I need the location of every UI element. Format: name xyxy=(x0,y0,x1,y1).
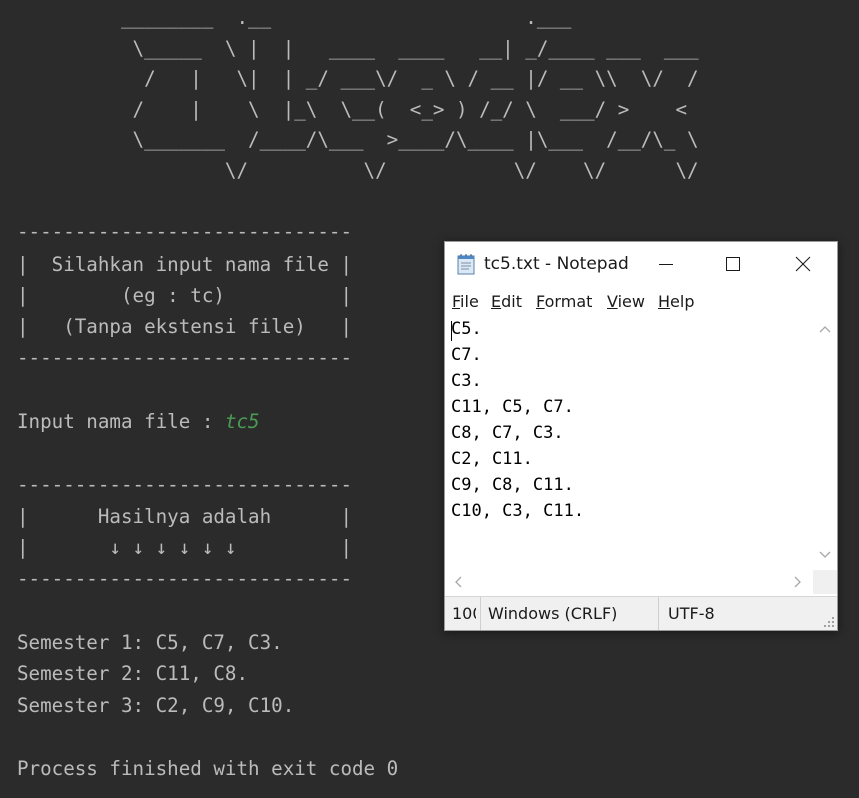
scroll-right-icon[interactable] xyxy=(793,576,803,588)
close-icon xyxy=(795,256,811,272)
status-line-ending: Windows (CRLF) xyxy=(488,604,618,623)
menu-format[interactable]: Format xyxy=(536,292,592,311)
status-separator xyxy=(480,597,481,630)
exit-message: Process finished with exit code 0 xyxy=(17,757,399,780)
maximize-icon xyxy=(726,257,740,271)
semester-line: Semester 1: C5, C7, C3. xyxy=(17,631,283,654)
status-separator xyxy=(658,597,659,630)
vertical-scrollbar[interactable] xyxy=(813,316,837,570)
horizontal-scrollbar[interactable] xyxy=(445,570,813,594)
scroll-down-icon[interactable] xyxy=(819,550,831,560)
result-box-bottom: ----------------------------- xyxy=(17,567,353,590)
text-caret xyxy=(451,321,452,341)
result-box-top: ----------------------------- xyxy=(17,473,353,496)
menu-file[interactable]: File xyxy=(452,292,479,311)
prompt-box-top: ----------------------------- xyxy=(17,220,353,243)
prompt-box-line: | (eg : tc) | xyxy=(17,284,353,307)
prompt-box-bottom: ----------------------------- xyxy=(17,346,353,369)
scroll-left-icon[interactable] xyxy=(453,576,463,588)
prompt-box-line: | (Tanpa ekstensi file) | xyxy=(17,315,353,338)
minimize-icon xyxy=(659,264,673,265)
result-box-line: | Hasilnya adalah | xyxy=(17,505,353,528)
notepad-text-area[interactable]: C5. C7. C3. C11, C5, C7. C8, C7, C3. C2,… xyxy=(445,316,813,570)
ascii-art-banner: ________ .__ .___ \_____ \ | | ____ ____… xyxy=(120,6,699,182)
scroll-up-icon[interactable] xyxy=(819,324,831,334)
notepad-app-icon xyxy=(457,254,475,275)
notepad-window[interactable]: tc5.txt - Notepad File Edit Format View … xyxy=(444,241,838,631)
notepad-title: tc5.txt - Notepad xyxy=(484,254,629,274)
status-zoom: 100% xyxy=(452,604,476,623)
input-label: Input nama file : xyxy=(17,410,225,433)
semester-line: Semester 3: C2, C9, C10. xyxy=(17,694,295,717)
notepad-content[interactable]: C5. C7. C3. C11, C5, C7. C8, C7, C3. C2,… xyxy=(451,316,584,524)
menu-view[interactable]: View xyxy=(607,292,645,311)
notepad-titlebar[interactable]: tc5.txt - Notepad xyxy=(445,242,837,287)
semester-line: Semester 2: C11, C8. xyxy=(17,662,249,685)
menu-help[interactable]: Help xyxy=(658,292,694,311)
input-line[interactable]: Input nama file : tc5 xyxy=(17,406,260,437)
close-button[interactable] xyxy=(780,242,826,287)
menu-edit[interactable]: Edit xyxy=(491,292,522,311)
result-box-line: | ↓ ↓ ↓ ↓ ↓ ↓ | xyxy=(17,536,353,559)
maximize-button[interactable] xyxy=(710,242,756,287)
notepad-menubar: File Edit Format View Help xyxy=(445,287,837,316)
prompt-box-line: | Silahkan input nama file | xyxy=(17,253,353,276)
minimize-button[interactable] xyxy=(643,242,689,287)
resize-grip-icon[interactable] xyxy=(823,616,835,628)
notepad-statusbar: 100% Windows (CRLF) UTF-8 xyxy=(445,596,837,630)
input-value[interactable]: tc5 xyxy=(225,410,260,433)
scrollbar-corner xyxy=(813,570,837,594)
status-encoding: UTF-8 xyxy=(668,604,715,623)
